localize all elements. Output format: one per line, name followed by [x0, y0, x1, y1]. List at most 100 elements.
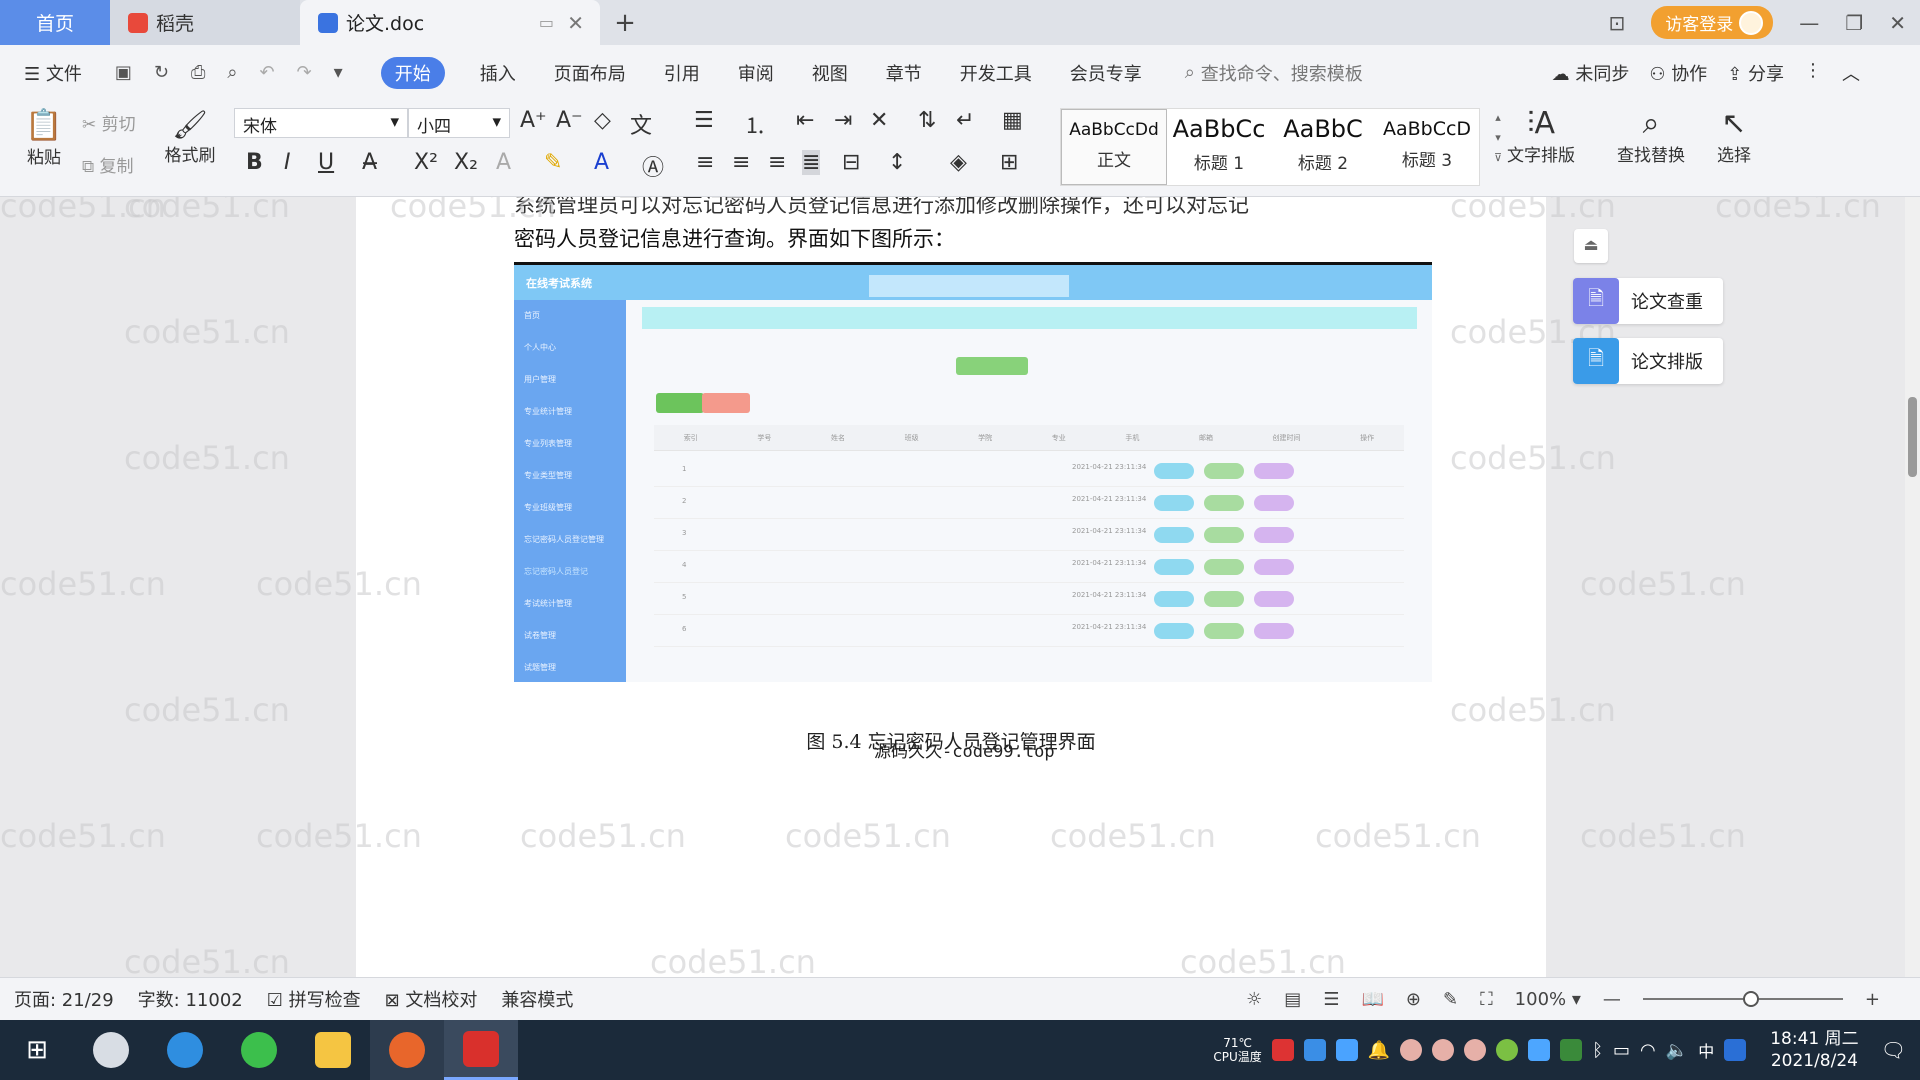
notification-icon[interactable]: 🗨: [1881, 1038, 1906, 1062]
subscript-icon[interactable]: X₂: [454, 150, 478, 175]
format-painter-button[interactable]: 🖌 格式刷: [160, 108, 220, 166]
text-layout-button[interactable]: ⫶A 文字排版: [1496, 106, 1586, 166]
tray-app-icon[interactable]: [1528, 1039, 1551, 1061]
restore-icon[interactable]: ❐: [1845, 11, 1863, 35]
tray-app-icon[interactable]: [1303, 1039, 1326, 1061]
tab-page-layout[interactable]: 页面布局: [535, 60, 645, 86]
outline-view-icon[interactable]: ☰: [1323, 989, 1339, 1010]
italic-icon[interactable]: I: [284, 150, 291, 175]
command-search[interactable]: ⌕ 查找命令、搜索模板: [1185, 60, 1363, 86]
justify-icon[interactable]: ≣: [802, 150, 821, 175]
save-icon[interactable]: ▣: [115, 62, 132, 83]
more-icon[interactable]: ⋮: [1804, 60, 1822, 86]
clock[interactable]: 18:41 周二 2021/8/24: [1770, 1028, 1858, 1072]
print-icon[interactable]: ⎙: [191, 62, 205, 83]
close-tab-icon[interactable]: ✕: [567, 11, 584, 35]
redo-icon[interactable]: ↷: [297, 62, 312, 83]
taskbar-app-ie[interactable]: [148, 1020, 222, 1080]
eye-protection-icon[interactable]: ☼: [1246, 989, 1262, 1010]
shield-icon[interactable]: [1335, 1039, 1358, 1061]
show-marks-icon[interactable]: ↵: [956, 108, 974, 133]
tab-member[interactable]: 会员专享: [1051, 60, 1161, 86]
align-left-icon[interactable]: ≡: [696, 150, 714, 175]
select-button[interactable]: ↖ 选择: [1704, 106, 1764, 166]
grow-font-icon[interactable]: A⁺: [520, 108, 547, 133]
style-heading2[interactable]: AaBbC 标题 2: [1271, 109, 1375, 185]
paper-check-button[interactable]: 🗎 论文查重: [1573, 278, 1723, 324]
fit-page-icon[interactable]: ⛶: [1480, 989, 1493, 1010]
font-size-select[interactable]: 小四 ▾: [408, 108, 510, 138]
tab-home[interactable]: 首页: [0, 0, 110, 45]
copy-button[interactable]: ⧉ 复制: [82, 152, 134, 177]
taskbar-app-browser[interactable]: [222, 1020, 296, 1080]
find-replace-button[interactable]: ⌕ 查找替换: [1606, 106, 1696, 166]
spell-check-button[interactable]: ☑ 拼写检查: [267, 986, 361, 1012]
vertical-scrollbar[interactable]: [1905, 197, 1920, 977]
file-menu[interactable]: ☰ 文件: [0, 60, 101, 86]
qq-icon[interactable]: [1432, 1039, 1455, 1061]
zoom-level[interactable]: 100% ▾: [1515, 989, 1581, 1010]
wifi-icon[interactable]: ◠: [1640, 1040, 1656, 1061]
layout-icon[interactable]: ⊡: [1609, 11, 1626, 35]
new-tab-button[interactable]: +: [600, 0, 650, 45]
page-indicator[interactable]: 页面: 21/29: [14, 986, 114, 1012]
document-page[interactable]: 系统管理员可以对忘记密码人员登记信息进行添加修改删除操作，还可以对忘记 密码人员…: [356, 197, 1546, 977]
superscript-icon[interactable]: X²: [414, 150, 438, 175]
bold-icon[interactable]: B: [246, 150, 263, 175]
undo-icon[interactable]: ↶: [259, 62, 274, 83]
decrease-indent-icon[interactable]: ⇤: [796, 108, 814, 133]
bell-icon[interactable]: 🔔: [1368, 1040, 1390, 1061]
char-border-icon[interactable]: Ⓐ: [642, 150, 664, 182]
distribute-icon[interactable]: ⊟: [842, 150, 860, 175]
minimize-icon[interactable]: —: [1799, 11, 1819, 35]
chinese-layout-icon[interactable]: ✕: [870, 108, 888, 133]
monitor-icon[interactable]: ▭: [539, 13, 554, 32]
ruler-icon[interactable]: ▦: [1002, 108, 1023, 133]
output-icon[interactable]: ↻: [154, 62, 169, 83]
strikethrough-icon[interactable]: A̶: [362, 150, 377, 175]
proofread-button[interactable]: ⊠ 文档校对: [385, 986, 478, 1012]
qq-icon[interactable]: [1464, 1039, 1487, 1061]
borders-icon[interactable]: ⊞: [1000, 150, 1018, 175]
volume-icon[interactable]: 🔈: [1666, 1040, 1688, 1061]
style-heading3[interactable]: AaBbCcD 标题 3: [1375, 109, 1479, 185]
search-app-icon[interactable]: [1724, 1039, 1747, 1061]
taskbar-app-wps[interactable]: [444, 1020, 518, 1080]
write-mode-icon[interactable]: ✎: [1443, 989, 1458, 1010]
tab-document[interactable]: 论文.doc ▭ ✕: [300, 0, 600, 45]
paper-layout-button[interactable]: 🗎 论文排版: [1573, 338, 1723, 384]
preview-icon[interactable]: ⌕: [227, 62, 237, 83]
cut-button[interactable]: ✂ 剪切: [82, 110, 136, 135]
page-view-icon[interactable]: ▤: [1284, 989, 1301, 1010]
line-spacing-icon[interactable]: ↕: [888, 150, 906, 175]
tray-app-icon[interactable]: [1496, 1039, 1519, 1061]
guest-login-button[interactable]: 访客登录: [1651, 6, 1774, 39]
tray-app-icon[interactable]: [1271, 1039, 1294, 1061]
taskbar-app-media[interactable]: [370, 1020, 444, 1080]
start-button[interactable]: ⊞: [0, 1020, 74, 1080]
bluetooth-icon[interactable]: ᛒ: [1592, 1040, 1603, 1061]
tab-chapter[interactable]: 章节: [867, 60, 941, 86]
tab-developer[interactable]: 开发工具: [941, 60, 1051, 86]
battery-icon[interactable]: ▭: [1613, 1040, 1630, 1061]
align-right-icon[interactable]: ≡: [768, 150, 786, 175]
font-color-icon[interactable]: A: [594, 150, 609, 175]
zoom-in-icon[interactable]: +: [1865, 989, 1880, 1010]
tab-daoke[interactable]: 稻壳: [110, 0, 300, 45]
sort-icon[interactable]: ⇅: [918, 108, 936, 133]
quick-dropdown-icon[interactable]: ▾: [334, 62, 343, 83]
numbered-list-icon[interactable]: ⒈: [744, 108, 766, 140]
style-normal[interactable]: AaBbCcDd 正文: [1061, 109, 1167, 185]
scrollbar-thumb[interactable]: [1908, 397, 1917, 477]
align-center-icon[interactable]: ≡: [732, 150, 750, 175]
share-button[interactable]: ⇪ 分享: [1727, 60, 1784, 86]
taskbar-app-explorer[interactable]: [296, 1020, 370, 1080]
bullet-list-icon[interactable]: ☰: [694, 108, 714, 133]
shading-icon[interactable]: ◈: [950, 150, 967, 175]
style-heading1[interactable]: AaBbCc 标题 1: [1167, 109, 1271, 185]
increase-indent-icon[interactable]: ⇥: [834, 108, 852, 133]
shrink-font-icon[interactable]: A⁻: [556, 108, 583, 133]
text-effect-icon[interactable]: A: [496, 150, 511, 175]
qq-icon[interactable]: [1400, 1039, 1423, 1061]
read-mode-icon[interactable]: 📖: [1361, 989, 1383, 1010]
